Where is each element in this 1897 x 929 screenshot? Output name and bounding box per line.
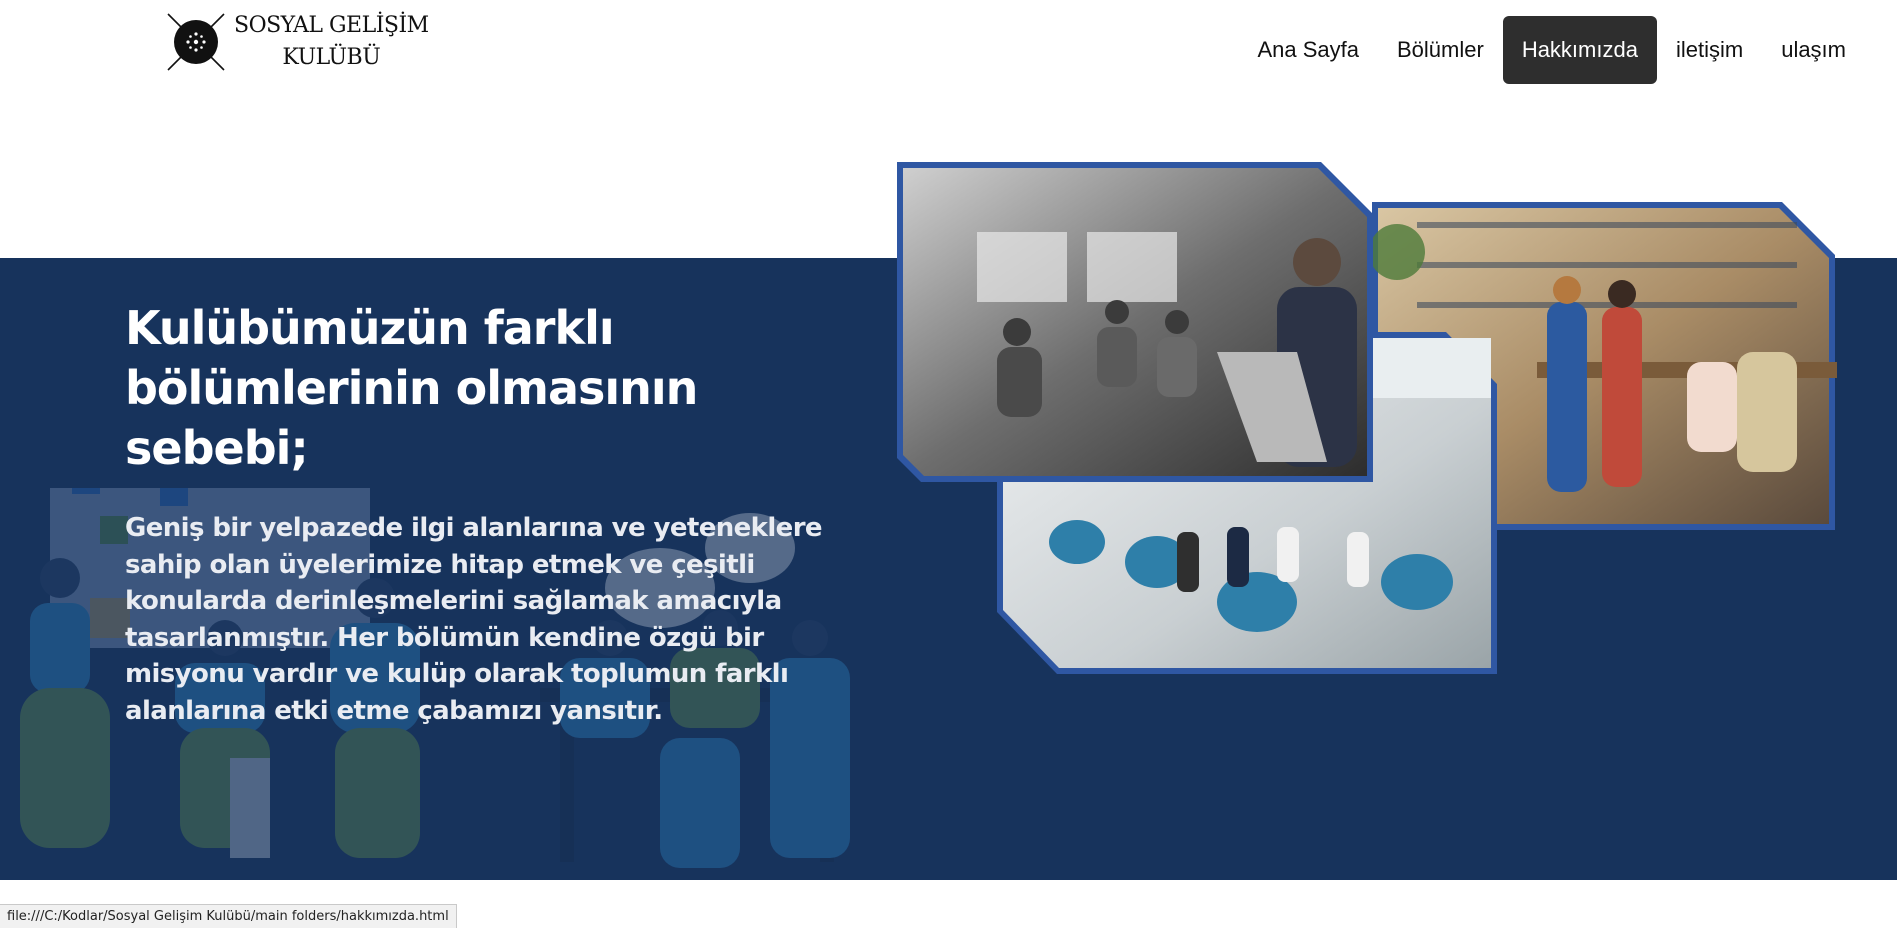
nav-bolumler[interactable]: Bölümler bbox=[1378, 16, 1503, 84]
nav-iletisim[interactable]: iletişim bbox=[1657, 16, 1762, 84]
nav-hakkimizda[interactable]: Hakkımızda bbox=[1502, 16, 1657, 84]
nav-ana-sayfa[interactable]: Ana Sayfa bbox=[1238, 16, 1378, 84]
logo-text: SOSYAL GELİŞİM KULÜBÜ bbox=[234, 10, 429, 74]
hero-title: Kulübümüzün farklı bölümlerinin olmasını… bbox=[125, 301, 698, 475]
site-header: SOSYAL GELİŞİM KULÜBÜ Ana Sayfa Bölümler… bbox=[0, 0, 1897, 100]
team-meeting-photo bbox=[897, 162, 1373, 482]
nav-ulasim[interactable]: ulaşım bbox=[1762, 16, 1865, 84]
logo-emblem-icon bbox=[167, 13, 225, 71]
browser-status-url: file:///C:/Kodlar/Sosyal Gelişim Kulübü/… bbox=[0, 904, 457, 928]
photo-collage bbox=[897, 162, 1837, 674]
site-logo[interactable]: SOSYAL GELİŞİM KULÜBÜ bbox=[164, 10, 429, 74]
logo-line-1: SOSYAL GELİŞİM bbox=[234, 13, 429, 38]
hero-description: Geniş bir yelpazede ilgi alanlarına ve y… bbox=[125, 513, 823, 726]
main-nav: Ana Sayfa Bölümler Hakkımızda iletişim u… bbox=[1238, 16, 1865, 84]
logo-line-2: KULÜBÜ bbox=[282, 45, 381, 70]
